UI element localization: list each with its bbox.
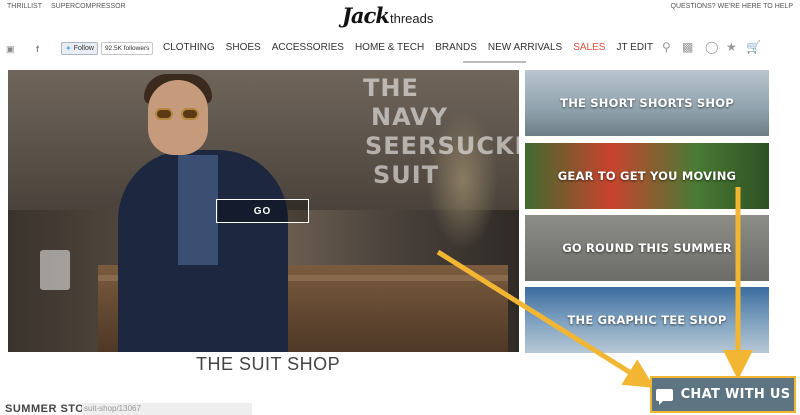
hero-title: THE NAVY SEERSUCKER SUIT (353, 74, 519, 190)
follower-count: 92.5K followers (100, 42, 154, 55)
hero-title-line: THE (363, 74, 419, 102)
follow-label: Follow (73, 45, 94, 52)
logo-word: threads (390, 11, 434, 26)
favorites-star-icon[interactable]: ★ (726, 40, 737, 54)
tile-label: GEAR TO GET YOU MOVING (557, 169, 737, 183)
account-icon[interactable]: ◯ (705, 40, 718, 54)
menu-item-home-tech[interactable]: HOME & TECH (355, 42, 424, 53)
chat-bubble-icon (655, 388, 673, 405)
tile-gear[interactable]: GEAR TO GET YOU MOVING (525, 143, 769, 209)
logo-script: Jack (342, 3, 390, 28)
menu-item-sales[interactable]: SALES (573, 42, 605, 53)
instagram-icon[interactable]: ▣ (6, 44, 15, 55)
chat-icon[interactable]: ▩ (682, 40, 693, 54)
tile-label: THE SHORT SHORTS SHOP (560, 96, 734, 110)
help-link[interactable]: QUESTIONS? WE'RE HERE TO HELP (671, 3, 793, 10)
search-icon[interactable]: ⚲ (662, 40, 671, 54)
hero-jar (40, 250, 70, 290)
twitter-follow: ✦ Follow 92.5K followers (61, 42, 154, 55)
twitter-follow-button[interactable]: ✦ Follow (61, 42, 98, 55)
thrillist-link[interactable]: THRILLIST (7, 3, 42, 10)
menu-item-accessories[interactable]: ACCESSORIES (272, 42, 344, 53)
menu-item-shoes[interactable]: SHOES (226, 42, 261, 53)
top-bar-links: THRILLIST SUPERCOMPRESSOR (7, 3, 133, 10)
category-menu: CLOTHING SHOES ACCESSORIES HOME & TECH B… (163, 42, 664, 53)
facebook-icon[interactable]: f (36, 44, 39, 54)
menu-item-clothing[interactable]: CLOTHING (163, 42, 215, 53)
go-button[interactable]: GO (216, 199, 309, 223)
chat-with-us-button[interactable]: CHAT WITH US (650, 376, 796, 413)
twitter-bird-icon: ✦ (65, 44, 72, 53)
hero-model-sunglasses (155, 108, 201, 120)
main-nav: ▣ f ✦ Follow 92.5K followers CLOTHING SH… (0, 34, 800, 63)
suit-shop-caption[interactable]: THE SUIT SHOP (196, 354, 340, 375)
hero-title-line: SUIT (373, 161, 440, 189)
menu-item-jt-edit[interactable]: JT EDIT (616, 42, 652, 53)
supercompressor-link[interactable]: SUPERCOMPRESSOR (51, 3, 126, 10)
hero-model-shirt (178, 155, 218, 265)
tile-short-shorts[interactable]: THE SHORT SHORTS SHOP (525, 70, 769, 136)
tile-graphic-tee[interactable]: THE GRAPHIC TEE SHOP (525, 287, 769, 353)
tile-label: THE GRAPHIC TEE SHOP (567, 313, 727, 327)
chat-label: CHAT WITH US (680, 387, 791, 402)
tile-label: GO ROUND THIS SUMMER (562, 241, 732, 255)
tile-sunglasses[interactable]: GO ROUND THIS SUMMER (525, 215, 769, 281)
menu-item-brands[interactable]: BRANDS (435, 42, 477, 53)
status-url: suit-shop/13067 (82, 403, 252, 415)
menu-item-new-arrivals[interactable]: NEW ARRIVALS (488, 42, 562, 53)
active-nav-underline (463, 61, 526, 63)
cart-icon[interactable]: 🛒 (746, 40, 761, 54)
hero-title-line: NAVY (371, 103, 448, 131)
hero-title-line: SEERSUCKER (365, 132, 519, 160)
jackthreads-logo[interactable]: Jack threads (342, 3, 462, 29)
